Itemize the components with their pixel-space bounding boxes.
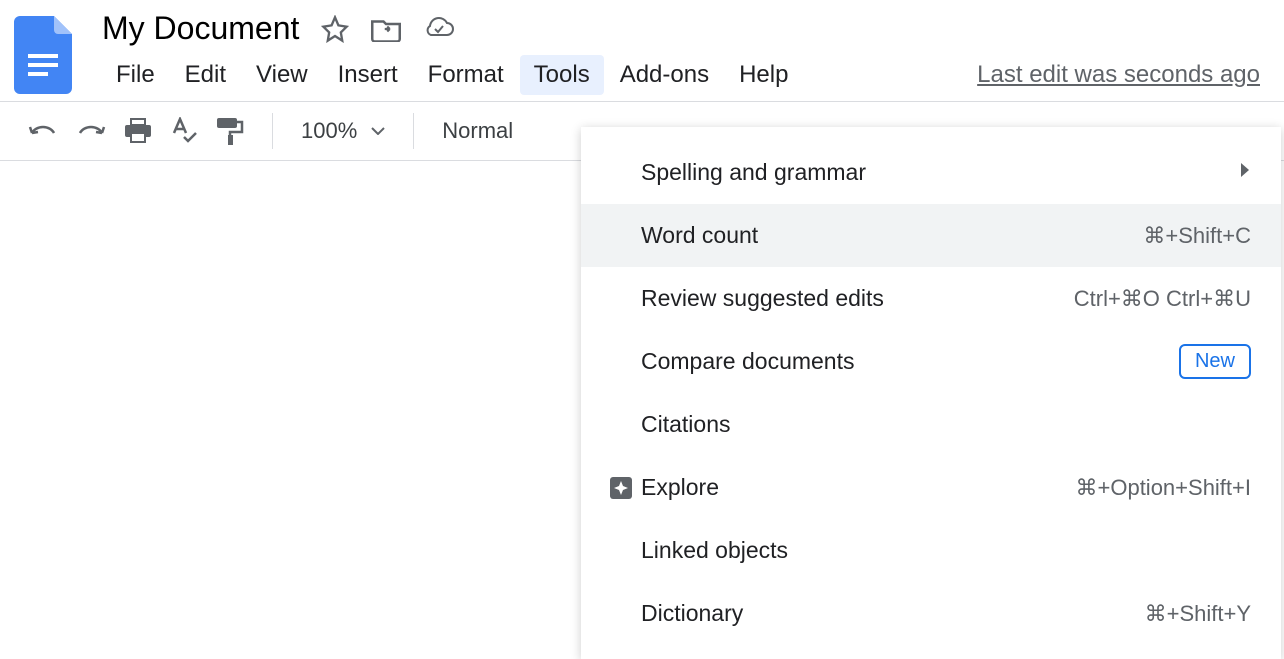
paragraph-style-select[interactable]: Normal xyxy=(442,118,513,144)
menu-item-label: Linked objects xyxy=(641,537,1251,564)
move-folder-icon[interactable] xyxy=(371,16,401,42)
menu-file[interactable]: File xyxy=(102,55,169,95)
menu-item-shortcut: ⌘+Shift+C xyxy=(1143,223,1251,249)
zoom-value: 100% xyxy=(301,118,357,144)
menu-item-label: Review suggested edits xyxy=(641,285,1074,312)
menu-item-label: Dictionary xyxy=(641,600,1145,627)
menu-item-dictionary[interactable]: Dictionary ⌘+Shift+Y xyxy=(581,582,1281,645)
menu-format[interactable]: Format xyxy=(414,55,518,95)
spellcheck-icon[interactable] xyxy=(170,117,198,145)
menu-item-compare-documents[interactable]: Compare documents New xyxy=(581,330,1281,393)
menu-item-label: Compare documents xyxy=(641,348,1179,375)
menu-item-shortcut: ⌘+Option+Shift+I xyxy=(1076,475,1252,501)
menu-help[interactable]: Help xyxy=(725,55,802,95)
menu-item-label: Citations xyxy=(641,411,1251,438)
menu-item-shortcut: Ctrl+⌘O Ctrl+⌘U xyxy=(1074,286,1251,312)
tools-dropdown: Spelling and grammar Word count ⌘+Shift+… xyxy=(581,127,1281,659)
menubar: File Edit View Insert Format Tools Add-o… xyxy=(102,55,1270,95)
menu-item-review-edits[interactable]: Review suggested edits Ctrl+⌘O Ctrl+⌘U xyxy=(581,267,1281,330)
cloud-status-icon[interactable] xyxy=(423,17,455,41)
menu-item-label: Word count xyxy=(641,222,1143,249)
menu-item-explore[interactable]: Explore ⌘+Option+Shift+I xyxy=(581,456,1281,519)
menu-item-word-count[interactable]: Word count ⌘+Shift+C xyxy=(581,204,1281,267)
docs-logo-icon[interactable] xyxy=(14,16,72,94)
menu-item-spelling[interactable]: Spelling and grammar xyxy=(581,141,1281,204)
star-icon[interactable] xyxy=(321,15,349,43)
menu-tools[interactable]: Tools xyxy=(520,55,604,95)
paint-format-icon[interactable] xyxy=(216,116,244,146)
menu-insert[interactable]: Insert xyxy=(324,55,412,95)
menu-addons[interactable]: Add-ons xyxy=(606,55,723,95)
toolbar-separator xyxy=(413,113,414,149)
new-badge: New xyxy=(1179,344,1251,379)
menu-item-citations[interactable]: Citations xyxy=(581,393,1281,456)
menu-item-shortcut: ⌘+Shift+Y xyxy=(1145,601,1251,627)
menu-edit[interactable]: Edit xyxy=(171,55,240,95)
menu-item-label: Spelling and grammar xyxy=(641,159,1239,186)
toolbar-separator xyxy=(272,113,273,149)
menu-item-label: Explore xyxy=(641,474,1076,501)
redo-icon[interactable] xyxy=(76,121,106,141)
print-icon[interactable] xyxy=(124,118,152,144)
undo-icon[interactable] xyxy=(28,121,58,141)
chevron-right-icon xyxy=(1239,162,1251,183)
menu-item-linked-objects[interactable]: Linked objects xyxy=(581,519,1281,582)
chevron-down-icon xyxy=(371,127,385,135)
document-title[interactable]: My Document xyxy=(102,10,299,47)
explore-icon xyxy=(601,475,641,501)
zoom-select[interactable]: 100% xyxy=(301,118,385,144)
menu-view[interactable]: View xyxy=(242,55,322,95)
last-edit-link[interactable]: Last edit was seconds ago xyxy=(977,61,1270,89)
